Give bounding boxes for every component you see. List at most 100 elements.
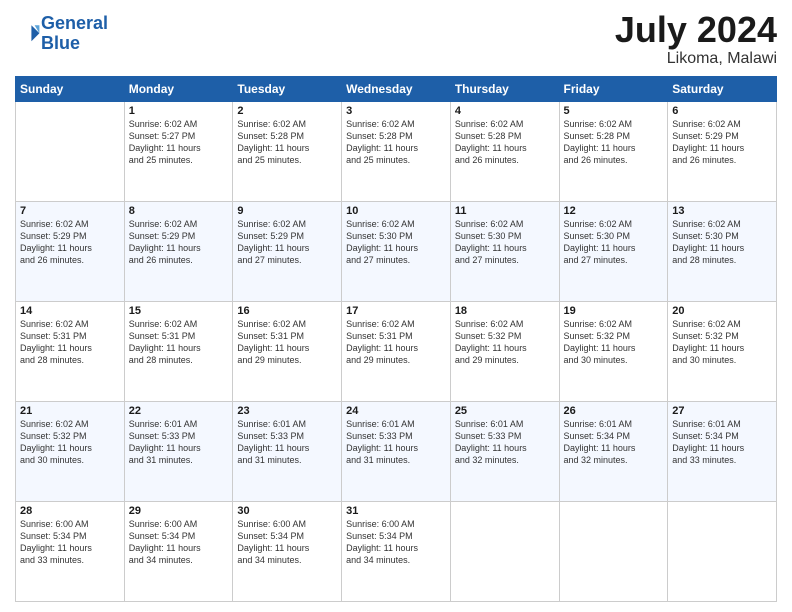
day-number: 25	[455, 405, 555, 417]
day-number: 11	[455, 205, 555, 217]
calendar-week-row: 21Sunrise: 6:02 AMSunset: 5:32 PMDayligh…	[16, 401, 777, 501]
day-number: 29	[129, 505, 229, 517]
calendar-cell: 4Sunrise: 6:02 AMSunset: 5:28 PMDaylight…	[450, 101, 559, 201]
day-number: 9	[237, 205, 337, 217]
calendar-cell: 13Sunrise: 6:02 AMSunset: 5:30 PMDayligh…	[668, 201, 777, 301]
day-info: Sunrise: 6:02 AMSunset: 5:27 PMDaylight:…	[129, 118, 229, 167]
calendar-cell: 31Sunrise: 6:00 AMSunset: 5:34 PMDayligh…	[342, 501, 451, 601]
calendar-cell: 20Sunrise: 6:02 AMSunset: 5:32 PMDayligh…	[668, 301, 777, 401]
calendar-cell: 15Sunrise: 6:02 AMSunset: 5:31 PMDayligh…	[124, 301, 233, 401]
calendar-cell: 29Sunrise: 6:00 AMSunset: 5:34 PMDayligh…	[124, 501, 233, 601]
day-number: 28	[20, 505, 120, 517]
day-info: Sunrise: 6:02 AMSunset: 5:28 PMDaylight:…	[346, 118, 446, 167]
calendar-cell: 10Sunrise: 6:02 AMSunset: 5:30 PMDayligh…	[342, 201, 451, 301]
calendar-cell: 21Sunrise: 6:02 AMSunset: 5:32 PMDayligh…	[16, 401, 125, 501]
column-header-sunday: Sunday	[16, 76, 125, 101]
day-number: 2	[237, 105, 337, 117]
day-info: Sunrise: 6:02 AMSunset: 5:30 PMDaylight:…	[346, 218, 446, 267]
day-info: Sunrise: 6:02 AMSunset: 5:31 PMDaylight:…	[129, 318, 229, 367]
page: General Blue July 2024 Likoma, Malawi Su…	[0, 0, 792, 612]
day-number: 31	[346, 505, 446, 517]
calendar-cell: 17Sunrise: 6:02 AMSunset: 5:31 PMDayligh…	[342, 301, 451, 401]
header: General Blue July 2024 Likoma, Malawi	[15, 10, 777, 68]
calendar-cell: 26Sunrise: 6:01 AMSunset: 5:34 PMDayligh…	[559, 401, 668, 501]
calendar-table: SundayMondayTuesdayWednesdayThursdayFrid…	[15, 76, 777, 602]
calendar-cell: 6Sunrise: 6:02 AMSunset: 5:29 PMDaylight…	[668, 101, 777, 201]
calendar-week-row: 28Sunrise: 6:00 AMSunset: 5:34 PMDayligh…	[16, 501, 777, 601]
day-info: Sunrise: 6:00 AMSunset: 5:34 PMDaylight:…	[346, 518, 446, 567]
day-number: 1	[129, 105, 229, 117]
calendar-cell: 23Sunrise: 6:01 AMSunset: 5:33 PMDayligh…	[233, 401, 342, 501]
month-year-title: July 2024	[615, 10, 777, 50]
day-info: Sunrise: 6:02 AMSunset: 5:28 PMDaylight:…	[237, 118, 337, 167]
day-number: 20	[672, 305, 772, 317]
calendar-cell	[450, 501, 559, 601]
day-number: 15	[129, 305, 229, 317]
day-info: Sunrise: 6:02 AMSunset: 5:30 PMDaylight:…	[455, 218, 555, 267]
day-info: Sunrise: 6:02 AMSunset: 5:29 PMDaylight:…	[672, 118, 772, 167]
day-number: 26	[564, 405, 664, 417]
location-subtitle: Likoma, Malawi	[615, 50, 777, 68]
day-info: Sunrise: 6:01 AMSunset: 5:33 PMDaylight:…	[237, 418, 337, 467]
calendar-cell: 5Sunrise: 6:02 AMSunset: 5:28 PMDaylight…	[559, 101, 668, 201]
calendar-cell: 25Sunrise: 6:01 AMSunset: 5:33 PMDayligh…	[450, 401, 559, 501]
calendar-week-row: 1Sunrise: 6:02 AMSunset: 5:27 PMDaylight…	[16, 101, 777, 201]
logo-icon	[17, 22, 41, 46]
calendar-cell: 30Sunrise: 6:00 AMSunset: 5:34 PMDayligh…	[233, 501, 342, 601]
calendar-cell	[16, 101, 125, 201]
day-number: 19	[564, 305, 664, 317]
day-number: 27	[672, 405, 772, 417]
day-number: 14	[20, 305, 120, 317]
column-header-thursday: Thursday	[450, 76, 559, 101]
calendar-cell: 3Sunrise: 6:02 AMSunset: 5:28 PMDaylight…	[342, 101, 451, 201]
day-number: 17	[346, 305, 446, 317]
calendar-cell: 14Sunrise: 6:02 AMSunset: 5:31 PMDayligh…	[16, 301, 125, 401]
day-info: Sunrise: 6:02 AMSunset: 5:29 PMDaylight:…	[237, 218, 337, 267]
calendar-cell: 11Sunrise: 6:02 AMSunset: 5:30 PMDayligh…	[450, 201, 559, 301]
day-info: Sunrise: 6:01 AMSunset: 5:33 PMDaylight:…	[129, 418, 229, 467]
day-info: Sunrise: 6:02 AMSunset: 5:29 PMDaylight:…	[20, 218, 120, 267]
day-number: 24	[346, 405, 446, 417]
day-info: Sunrise: 6:02 AMSunset: 5:32 PMDaylight:…	[564, 318, 664, 367]
day-info: Sunrise: 6:01 AMSunset: 5:34 PMDaylight:…	[564, 418, 664, 467]
calendar-cell: 1Sunrise: 6:02 AMSunset: 5:27 PMDaylight…	[124, 101, 233, 201]
calendar-cell: 24Sunrise: 6:01 AMSunset: 5:33 PMDayligh…	[342, 401, 451, 501]
logo-text: General Blue	[41, 14, 108, 54]
day-info: Sunrise: 6:02 AMSunset: 5:31 PMDaylight:…	[20, 318, 120, 367]
day-number: 3	[346, 105, 446, 117]
day-number: 22	[129, 405, 229, 417]
day-number: 8	[129, 205, 229, 217]
day-info: Sunrise: 6:01 AMSunset: 5:34 PMDaylight:…	[672, 418, 772, 467]
day-info: Sunrise: 6:00 AMSunset: 5:34 PMDaylight:…	[237, 518, 337, 567]
day-info: Sunrise: 6:02 AMSunset: 5:28 PMDaylight:…	[455, 118, 555, 167]
calendar-cell: 9Sunrise: 6:02 AMSunset: 5:29 PMDaylight…	[233, 201, 342, 301]
day-number: 7	[20, 205, 120, 217]
logo: General Blue	[15, 14, 108, 54]
day-number: 18	[455, 305, 555, 317]
title-block: July 2024 Likoma, Malawi	[615, 10, 777, 68]
day-info: Sunrise: 6:02 AMSunset: 5:30 PMDaylight:…	[672, 218, 772, 267]
calendar-cell: 28Sunrise: 6:00 AMSunset: 5:34 PMDayligh…	[16, 501, 125, 601]
calendar-cell: 7Sunrise: 6:02 AMSunset: 5:29 PMDaylight…	[16, 201, 125, 301]
day-number: 23	[237, 405, 337, 417]
calendar-cell: 16Sunrise: 6:02 AMSunset: 5:31 PMDayligh…	[233, 301, 342, 401]
day-info: Sunrise: 6:02 AMSunset: 5:32 PMDaylight:…	[20, 418, 120, 467]
day-number: 12	[564, 205, 664, 217]
day-number: 6	[672, 105, 772, 117]
day-info: Sunrise: 6:00 AMSunset: 5:34 PMDaylight:…	[20, 518, 120, 567]
calendar-week-row: 14Sunrise: 6:02 AMSunset: 5:31 PMDayligh…	[16, 301, 777, 401]
day-info: Sunrise: 6:02 AMSunset: 5:32 PMDaylight:…	[455, 318, 555, 367]
calendar-week-row: 7Sunrise: 6:02 AMSunset: 5:29 PMDaylight…	[16, 201, 777, 301]
day-info: Sunrise: 6:01 AMSunset: 5:33 PMDaylight:…	[455, 418, 555, 467]
day-info: Sunrise: 6:02 AMSunset: 5:32 PMDaylight:…	[672, 318, 772, 367]
day-number: 30	[237, 505, 337, 517]
day-info: Sunrise: 6:02 AMSunset: 5:30 PMDaylight:…	[564, 218, 664, 267]
calendar-cell: 22Sunrise: 6:01 AMSunset: 5:33 PMDayligh…	[124, 401, 233, 501]
day-number: 4	[455, 105, 555, 117]
day-number: 21	[20, 405, 120, 417]
calendar-cell: 18Sunrise: 6:02 AMSunset: 5:32 PMDayligh…	[450, 301, 559, 401]
day-number: 13	[672, 205, 772, 217]
day-info: Sunrise: 6:02 AMSunset: 5:28 PMDaylight:…	[564, 118, 664, 167]
column-header-tuesday: Tuesday	[233, 76, 342, 101]
day-info: Sunrise: 6:00 AMSunset: 5:34 PMDaylight:…	[129, 518, 229, 567]
